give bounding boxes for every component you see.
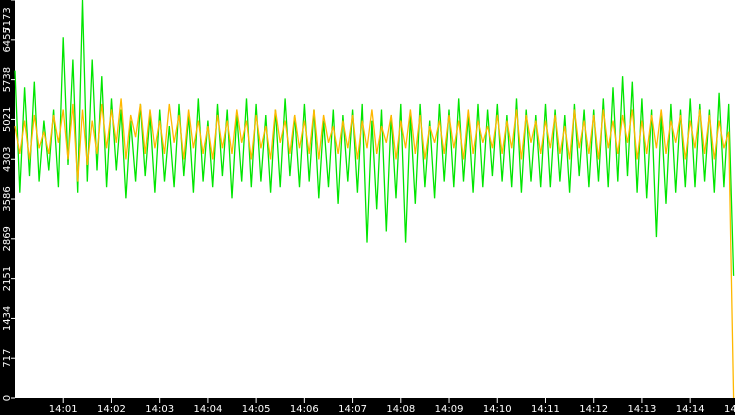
y-tick-label: 7173 [2,7,13,32]
y-tick-label: 717 [2,349,13,368]
x-tick-label: 14:15 [724,404,735,415]
x-tick-label: 14:11 [531,404,560,415]
line-chart: 0717143421512869358643035021573864557173… [2,0,735,415]
y-tick-label: 1434 [2,306,13,331]
x-tick-label: 14:12 [579,404,608,415]
y-tick-label: 5738 [2,67,13,92]
x-tick-label: 14:04 [193,404,222,415]
y-tick-label: 3586 [2,186,13,211]
x-tick-label: 14:03 [145,404,174,415]
x-tick-label: 14:06 [290,404,319,415]
x-tick-label: 14:14 [676,404,705,415]
x-tick-label: 14:05 [242,404,271,415]
x-tick-label: 14:01 [49,404,78,415]
y-tick-label: 4303 [2,147,13,172]
y-tick-label: 0 [2,395,13,401]
x-tick-label: 14:13 [628,404,657,415]
y-tick-label: 2869 [2,226,13,251]
x-tick-label: 14:09 [435,404,464,415]
x-tick-label: 14:10 [483,404,512,415]
x-tick-label: 14:07 [338,404,367,415]
x-tick-label: 14:08 [386,404,415,415]
y-tick-label: 2151 [2,266,13,291]
x-tick-label: 14:02 [97,404,126,415]
plot-area [15,0,735,398]
y-tick-label: 5021 [2,107,13,132]
